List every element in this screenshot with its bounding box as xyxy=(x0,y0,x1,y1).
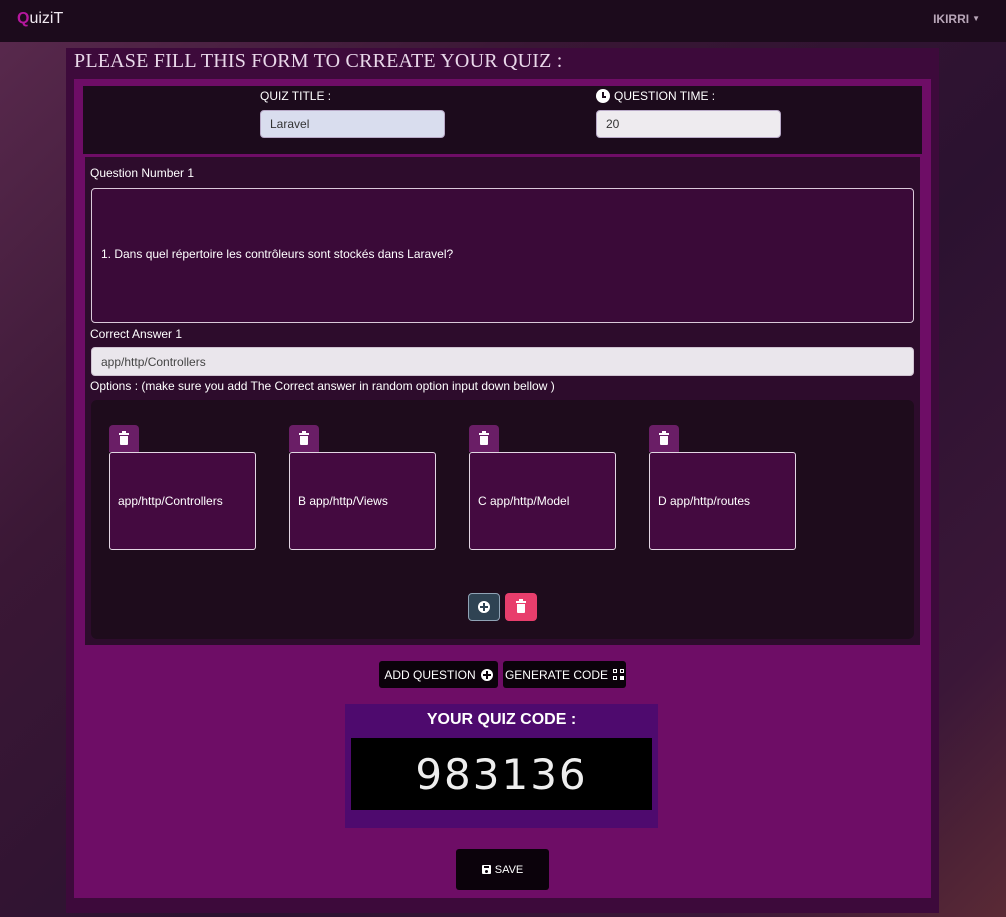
plus-circle-icon xyxy=(480,668,493,681)
brand-logo-initial: Q xyxy=(17,10,30,27)
page-title: PLEASE FILL THIS FORM TO CRREATE YOUR QU… xyxy=(74,50,563,72)
brand-logo-text: uiziT xyxy=(29,10,64,27)
qrcode-icon xyxy=(613,669,625,680)
delete-option-button[interactable] xyxy=(289,425,319,452)
generate-code-label: GENERATE CODE xyxy=(504,667,609,682)
trash-icon xyxy=(479,430,489,445)
quiz-title-label: QUIZ TITLE : xyxy=(260,89,331,103)
navbar: QuiziT IKIRRI ▼ xyxy=(0,0,1006,42)
correct-answer-label: Correct Answer 1 xyxy=(90,327,183,341)
delete-option-button[interactable] xyxy=(469,425,499,452)
user-menu[interactable]: IKIRRI ▼ xyxy=(933,12,980,26)
generate-code-button[interactable]: GENERATE CODE xyxy=(503,661,626,688)
quiz-code-title: YOUR QUIZ CODE : xyxy=(426,711,577,728)
options-label: Options : (make sure you add The Correct… xyxy=(90,379,555,393)
caret-down-icon: ▼ xyxy=(972,14,980,23)
correct-answer-input[interactable] xyxy=(91,347,914,376)
trash-icon xyxy=(299,430,309,445)
option-input-a[interactable]: app/http/Controllers xyxy=(109,452,256,550)
quiz-title-input[interactable] xyxy=(260,110,445,138)
clock-icon xyxy=(596,89,610,103)
brand-logo[interactable]: QuiziT xyxy=(17,10,63,28)
question-block: Question Number 1 1. Dans quel répertoir… xyxy=(85,157,920,645)
question-time-label: QUESTION TIME : xyxy=(596,89,715,103)
quiz-title-label-text: QUIZ TITLE : xyxy=(260,89,332,103)
trash-icon xyxy=(119,430,129,445)
main-container: PLEASE FILL THIS FORM TO CRREATE YOUR QU… xyxy=(66,48,939,913)
quiz-form: QUIZ TITLE : QUESTION TIME : Question Nu… xyxy=(74,79,931,898)
add-question-label: ADD QUESTION xyxy=(384,667,476,682)
question-text-area[interactable]: 1. Dans quel répertoire les contrôleurs … xyxy=(91,188,914,323)
question-time-input[interactable] xyxy=(596,110,781,138)
option-input-c[interactable]: C app/http/Model xyxy=(469,452,616,550)
quiz-code-panel: YOUR QUIZ CODE : 983136 xyxy=(345,704,658,828)
question-time-label-text: QUESTION TIME : xyxy=(614,89,716,103)
delete-option-button[interactable] xyxy=(649,425,679,452)
delete-option-button[interactable] xyxy=(109,425,139,452)
save-label: SAVE xyxy=(494,863,524,876)
add-question-button[interactable]: ADD QUESTION xyxy=(379,661,498,688)
question-number-label: Question Number 1 xyxy=(90,166,195,180)
quiz-code-value: 983136 xyxy=(351,738,652,810)
option-input-b[interactable]: B app/http/Views xyxy=(289,452,436,550)
add-option-button[interactable] xyxy=(468,593,500,621)
delete-question-button[interactable] xyxy=(505,593,537,621)
trash-icon xyxy=(516,599,526,613)
save-button[interactable]: SAVE xyxy=(456,849,549,890)
options-area: app/http/Controllers B app/http/Views C … xyxy=(91,400,914,639)
trash-icon xyxy=(659,430,669,445)
quiz-settings: QUIZ TITLE : QUESTION TIME : xyxy=(83,86,922,154)
user-name: IKIRRI xyxy=(933,12,970,26)
floppy-icon xyxy=(481,865,491,874)
option-input-d[interactable]: D app/http/routes xyxy=(649,452,796,550)
plus-circle-icon xyxy=(478,601,490,613)
